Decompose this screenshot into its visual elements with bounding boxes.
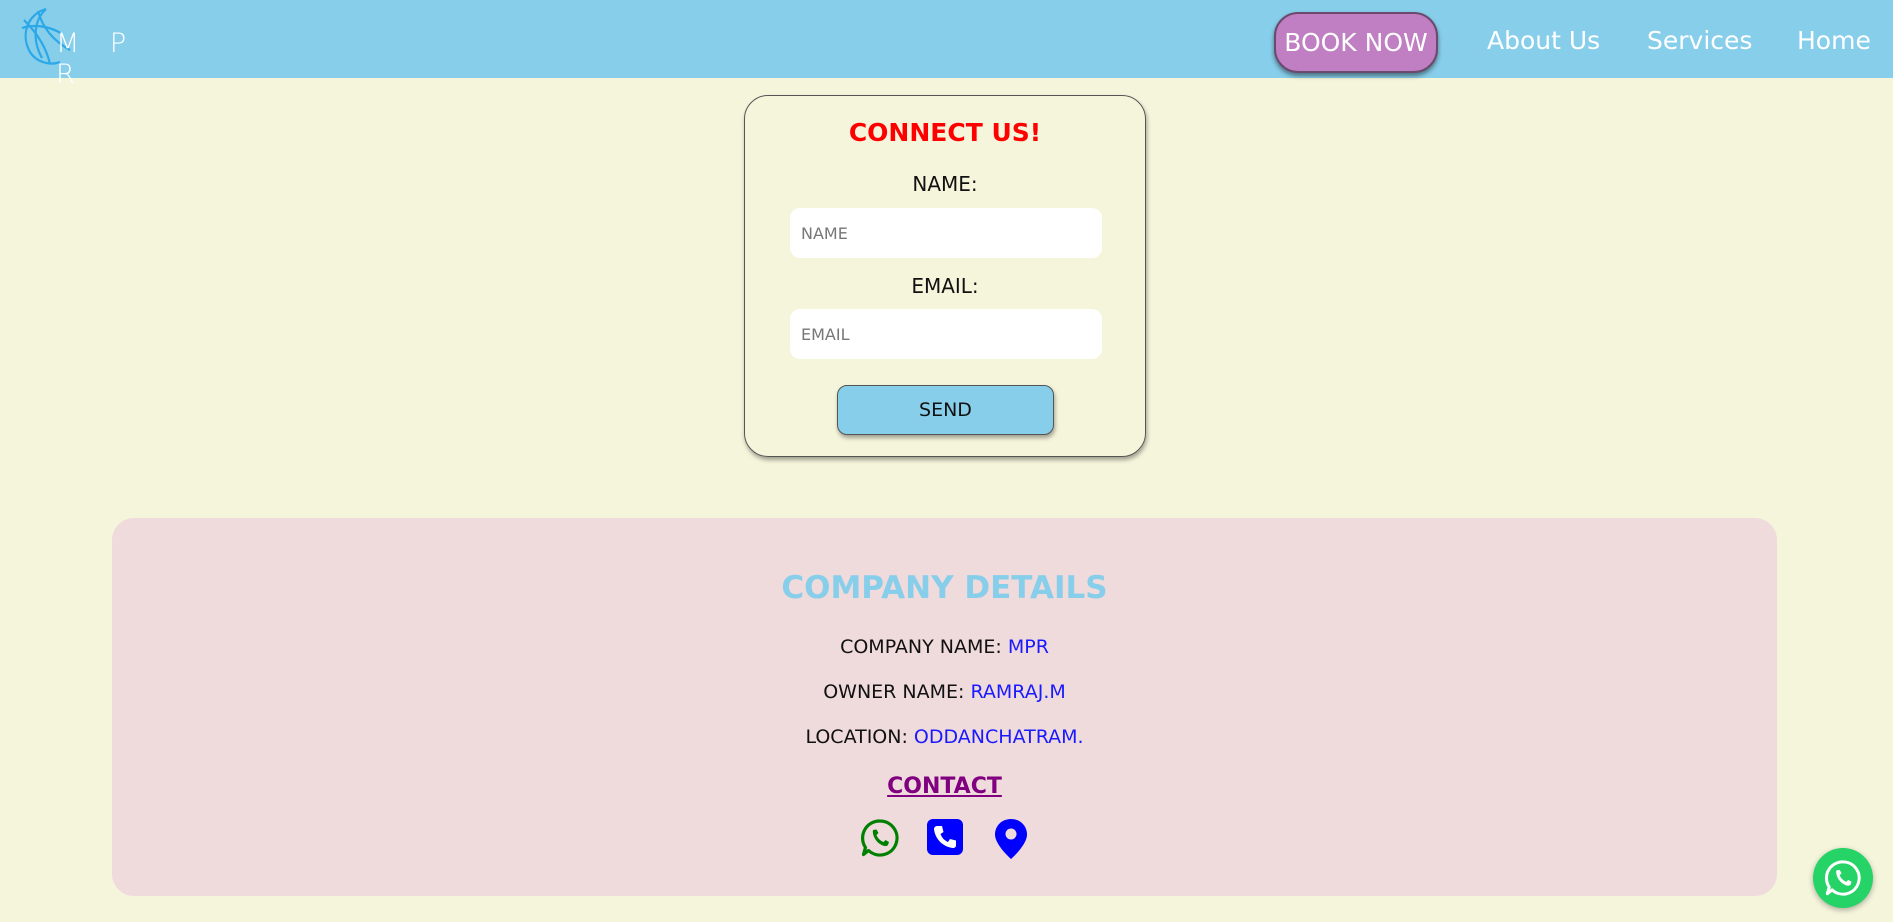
company-details-card: COMPANY DETAILS COMPANY NAME: MPR OWNER … bbox=[112, 518, 1777, 896]
company-name-value: MPR bbox=[1007, 636, 1049, 658]
owner-name-label: OWNER NAME: bbox=[823, 681, 965, 703]
logo[interactable]: M P R bbox=[16, 6, 146, 90]
contact-icons bbox=[112, 818, 1777, 862]
nav-link-services[interactable]: Services bbox=[1647, 26, 1752, 55]
company-name-row: COMPANY NAME: MPR bbox=[112, 636, 1777, 658]
location-row: LOCATION: ODDANCHATRAM. bbox=[112, 726, 1777, 748]
location-label: LOCATION: bbox=[805, 726, 908, 748]
nav-link-home[interactable]: Home bbox=[1797, 26, 1871, 55]
logo-text: M P R bbox=[56, 28, 138, 90]
nav-link-about-us[interactable]: About Us bbox=[1487, 26, 1600, 55]
book-now-button[interactable]: BOOK NOW bbox=[1274, 12, 1438, 73]
form-title: CONNECT US! bbox=[848, 118, 1042, 147]
name-input[interactable] bbox=[790, 208, 1102, 258]
phone-icon[interactable] bbox=[926, 818, 964, 856]
owner-name-row: OWNER NAME: RAMRAJ.M bbox=[112, 681, 1777, 703]
owner-name-value: RAMRAJ.M bbox=[970, 681, 1066, 703]
email-label: EMAIL: bbox=[911, 274, 979, 298]
send-button[interactable]: SEND bbox=[837, 385, 1054, 435]
connect-form: CONNECT US! NAME: EMAIL: SEND bbox=[744, 95, 1146, 457]
floating-whatsapp-icon bbox=[1824, 860, 1861, 896]
contact-link[interactable]: CONTACT bbox=[112, 774, 1777, 799]
email-input[interactable] bbox=[790, 309, 1102, 359]
floating-whatsapp-button[interactable] bbox=[1813, 848, 1873, 908]
location-value: ODDANCHATRAM. bbox=[913, 726, 1084, 748]
name-label: NAME: bbox=[912, 172, 978, 196]
navbar: M P R BOOK NOW About Us Services Home bbox=[0, 0, 1893, 90]
location-pin-icon[interactable] bbox=[993, 818, 1029, 860]
whatsapp-icon[interactable] bbox=[860, 818, 900, 858]
company-details-title: COMPANY DETAILS bbox=[781, 570, 1108, 606]
company-name-label: COMPANY NAME: bbox=[840, 636, 1002, 658]
